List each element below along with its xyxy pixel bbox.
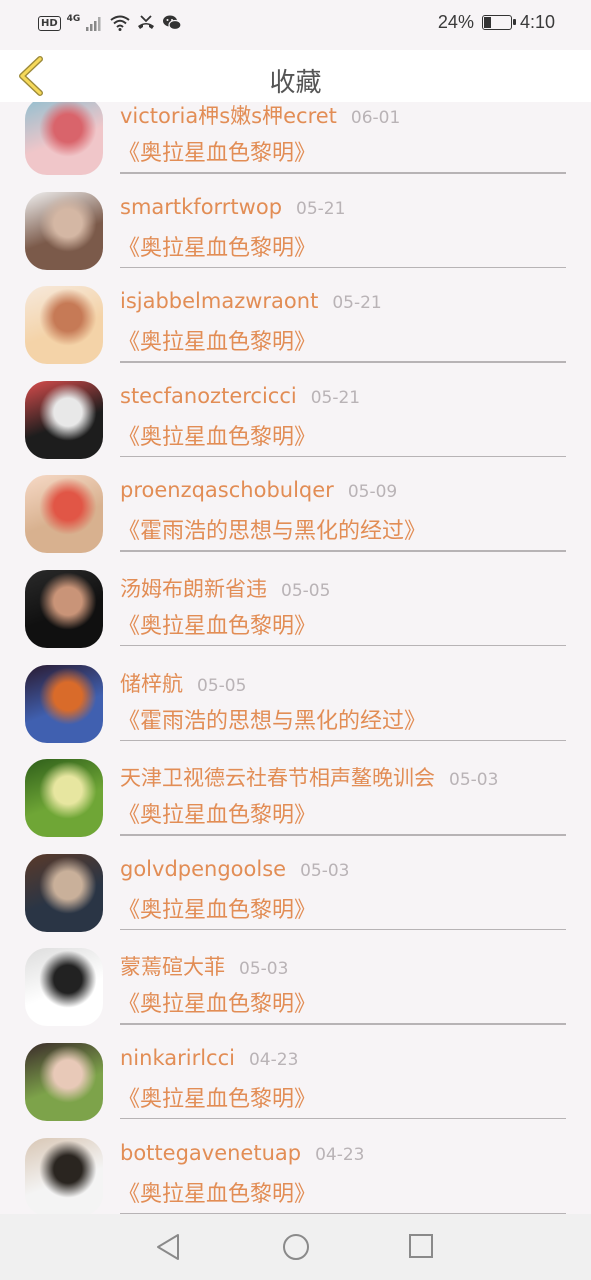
- work-title[interactable]: 《奥拉星血色黎明》: [118, 230, 316, 262]
- app-header: 收藏: [0, 50, 591, 102]
- work-title[interactable]: 《奥拉星血色黎明》: [118, 419, 316, 451]
- work-title[interactable]: 《奥拉星血色黎明》: [118, 324, 316, 356]
- wechat-icon: [163, 15, 182, 31]
- item-date: 05-21: [310, 387, 361, 408]
- item-date: 05-21: [296, 198, 346, 219]
- wifi-icon: [110, 15, 130, 31]
- status-right: 24% 4:10: [438, 12, 555, 33]
- item-date: 04-23: [315, 1144, 365, 1165]
- list-item[interactable]: 储梓航 05-05 《霍雨浩的思想与黑化的经过》: [0, 646, 591, 743]
- list-item[interactable]: 天津卫视德云社春节相声鳌晚训会 05-03 《奥拉星血色黎明》: [0, 740, 591, 838]
- work-title[interactable]: 《奥拉星血色黎明》: [118, 797, 316, 829]
- work-title[interactable]: 《奥拉星血色黎明》: [118, 135, 316, 167]
- avatar[interactable]: [25, 475, 103, 554]
- work-title[interactable]: 《奥拉星血色黎明》: [118, 986, 316, 1018]
- list-item[interactable]: isjabbelmazwraont 05-21 《奥拉星血色黎明》: [0, 267, 591, 365]
- list-item[interactable]: smartkforrtwop 05-21 《奥拉星血色黎明》: [0, 173, 591, 270]
- user-name-text: proenzqaschobulqer: [120, 478, 334, 503]
- avatar[interactable]: [25, 759, 103, 838]
- work-title[interactable]: 《霍雨浩的思想与黑化的经过》: [118, 703, 426, 735]
- avatar[interactable]: [25, 286, 103, 365]
- list-item[interactable]: 汤姆布朗新省违 05-05 《奥拉星血色黎明》: [0, 551, 591, 648]
- user-name[interactable]: golvdpengoolse 05-03: [120, 857, 349, 881]
- battery-icon: [481, 15, 516, 30]
- work-title[interactable]: 《奥拉星血色黎明》: [118, 608, 316, 640]
- missed-call-icon: [138, 15, 155, 29]
- nav-recents-button[interactable]: [407, 1232, 437, 1262]
- item-date: 06-01: [350, 108, 401, 128]
- user-name[interactable]: proenzqaschobulqer 05-09: [120, 478, 397, 502]
- work-title[interactable]: 《奥拉星血色黎明》: [118, 892, 316, 924]
- user-name[interactable]: smartkforrtwop 05-21: [120, 195, 345, 219]
- system-nav-bar: [0, 1214, 591, 1280]
- favorites-list: victoria柙s嫩s柙ecret 06-01 《奥拉星血色黎明》 smartkfo…: [0, 78, 591, 1214]
- list-item[interactable]: proenzqaschobulqer 05-09 《霍雨浩的思想与黑化的经过》: [0, 456, 591, 554]
- nav-recents-icon: [409, 1234, 433, 1258]
- user-name-text: 蒙蔫碹大菲: [120, 955, 225, 980]
- user-name[interactable]: 蒙蔫碹大菲 05-03: [120, 951, 288, 981]
- user-name[interactable]: stecfanoztercicci 05-21: [120, 384, 360, 408]
- avatar[interactable]: [25, 853, 103, 932]
- user-name-text: 储梓航: [120, 671, 183, 696]
- hd-badge: HD: [38, 15, 61, 31]
- user-name[interactable]: 储梓航 05-05: [120, 668, 246, 698]
- nav-home-button[interactable]: [281, 1232, 311, 1262]
- item-date: 05-03: [300, 860, 350, 881]
- avatar[interactable]: [25, 191, 103, 270]
- item-date: 05-21: [332, 293, 382, 314]
- user-name-text: 汤姆布朗新省违: [120, 576, 267, 601]
- item-date: 05-05: [281, 580, 331, 601]
- user-name-text: golvdpengoolse: [120, 856, 287, 881]
- list-item[interactable]: 蒙蔫碹大菲 05-03 《奥拉星血色黎明》: [0, 929, 591, 1027]
- item-date: 05-03: [449, 770, 499, 791]
- user-name-text: ninkarirlcci: [120, 1045, 235, 1070]
- work-title[interactable]: 《奥拉星血色黎明》: [118, 1176, 316, 1208]
- page-title: 收藏: [269, 68, 322, 98]
- user-name-text: isjabbelmazwraont: [120, 289, 319, 314]
- avatar[interactable]: [25, 1042, 103, 1121]
- item-date: 04-23: [248, 1049, 299, 1070]
- status-left-icons: HD 4G: [38, 14, 182, 32]
- avatar[interactable]: [25, 380, 103, 459]
- battery-percent: 24%: [437, 12, 474, 32]
- list-item[interactable]: stecfanoztercicci 05-21 《奥拉星血色黎明》: [0, 362, 591, 459]
- list-item[interactable]: bottegavenetuap 04-23 《奥拉星血色黎明》: [0, 1119, 591, 1214]
- avatar[interactable]: [25, 569, 103, 648]
- nav-back-icon: [157, 1234, 179, 1260]
- work-title[interactable]: 《霍雨浩的思想与黑化的经过》: [118, 513, 426, 545]
- user-name-text: victoria柙s嫩s柙ecret: [120, 104, 337, 128]
- avatar[interactable]: [25, 1137, 103, 1214]
- clock-time: 4:10: [519, 12, 555, 32]
- user-name-text: stecfanoztercicci: [120, 383, 297, 408]
- network-type: 4G: [66, 14, 81, 24]
- avatar[interactable]: [25, 664, 103, 743]
- user-name[interactable]: 天津卫视德云社春节相声鳌晚训会 05-03: [120, 762, 498, 792]
- status-bar: HD 4G 24% 4:10: [0, 0, 591, 50]
- item-date: 05-03: [239, 959, 289, 980]
- user-name[interactable]: ninkarirlcci 04-23: [120, 1046, 298, 1070]
- list-item[interactable]: golvdpengoolse 05-03 《奥拉星血色黎明》: [0, 835, 591, 932]
- user-name-text: 天津卫视德云社春节相声鳌晚训会: [120, 766, 435, 791]
- user-name[interactable]: bottegavenetuap 04-23: [120, 1141, 365, 1165]
- avatar[interactable]: [25, 97, 103, 175]
- user-name[interactable]: isjabbelmazwraont 05-21: [120, 289, 382, 313]
- work-title[interactable]: 《奥拉星血色黎明》: [118, 1081, 316, 1113]
- list-item[interactable]: ninkarirlcci 04-23 《奥拉星血色黎明》: [0, 1024, 591, 1121]
- signal-icon: [86, 17, 101, 31]
- nav-home-icon: [283, 1234, 309, 1260]
- user-name-text: smartkforrtwop: [120, 194, 283, 219]
- item-date: 05-09: [347, 482, 398, 503]
- item-date: 05-05: [197, 675, 247, 696]
- nav-back-button[interactable]: [154, 1232, 184, 1262]
- user-name[interactable]: 汤姆布朗新省违 05-05: [120, 573, 330, 603]
- avatar[interactable]: [25, 948, 103, 1027]
- user-name[interactable]: victoria柙s嫩s柙ecret 06-01: [120, 100, 400, 130]
- user-name-text: bottegavenetuap: [120, 1140, 302, 1165]
